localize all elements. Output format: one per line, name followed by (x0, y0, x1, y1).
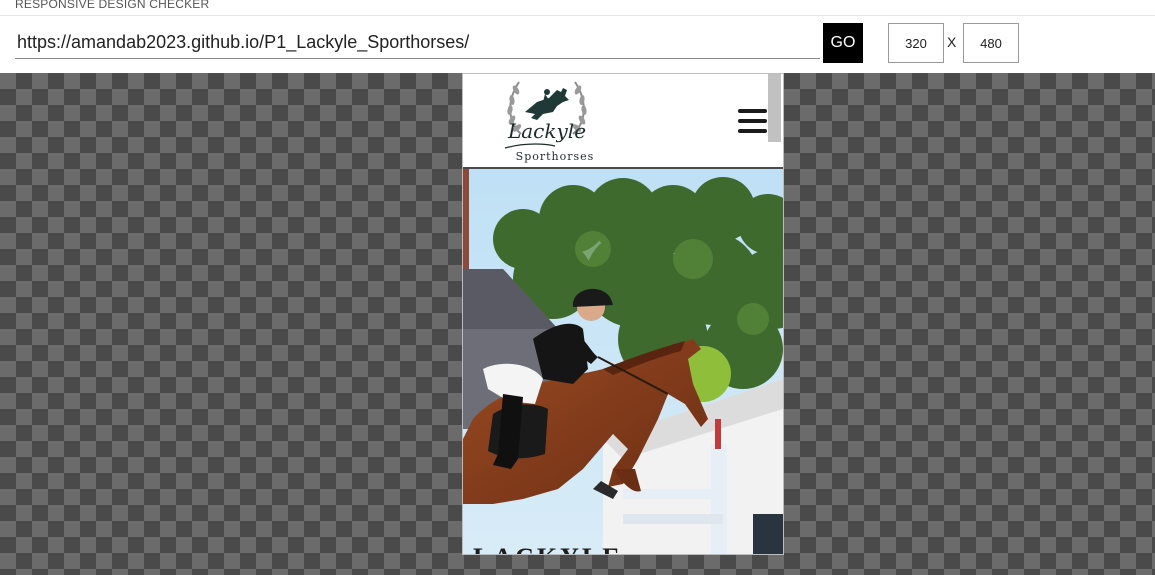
site-header: Lackyle Sporthorses (463, 74, 783, 169)
hero-image: LACKYLE (463, 169, 783, 554)
scrollbar-thumb[interactable] (768, 74, 781, 142)
divider (0, 15, 1155, 16)
hamburger-menu-icon[interactable] (738, 107, 768, 135)
show-jumping-photo (463, 169, 783, 554)
site-logo[interactable]: Lackyle Sporthorses (497, 76, 597, 166)
laurel-horse-logo-icon: Lackyle Sporthorses (504, 81, 595, 163)
dimension-separator: X (947, 34, 957, 50)
preview-frame[interactable]: Lackyle Sporthorses (462, 73, 784, 555)
toolbar: RESPONSIVE DESIGN CHECKER GO X (0, 0, 1155, 73)
logo-script-text: Lackyle (507, 119, 586, 143)
url-input[interactable] (15, 27, 820, 59)
go-button[interactable]: GO (823, 23, 863, 63)
app-title: RESPONSIVE DESIGN CHECKER (15, 0, 210, 11)
logo-subtitle: Sporthorses (516, 150, 595, 163)
width-input[interactable] (888, 23, 944, 63)
hero-heading: LACKYLE (473, 543, 623, 554)
height-input[interactable] (963, 23, 1019, 63)
